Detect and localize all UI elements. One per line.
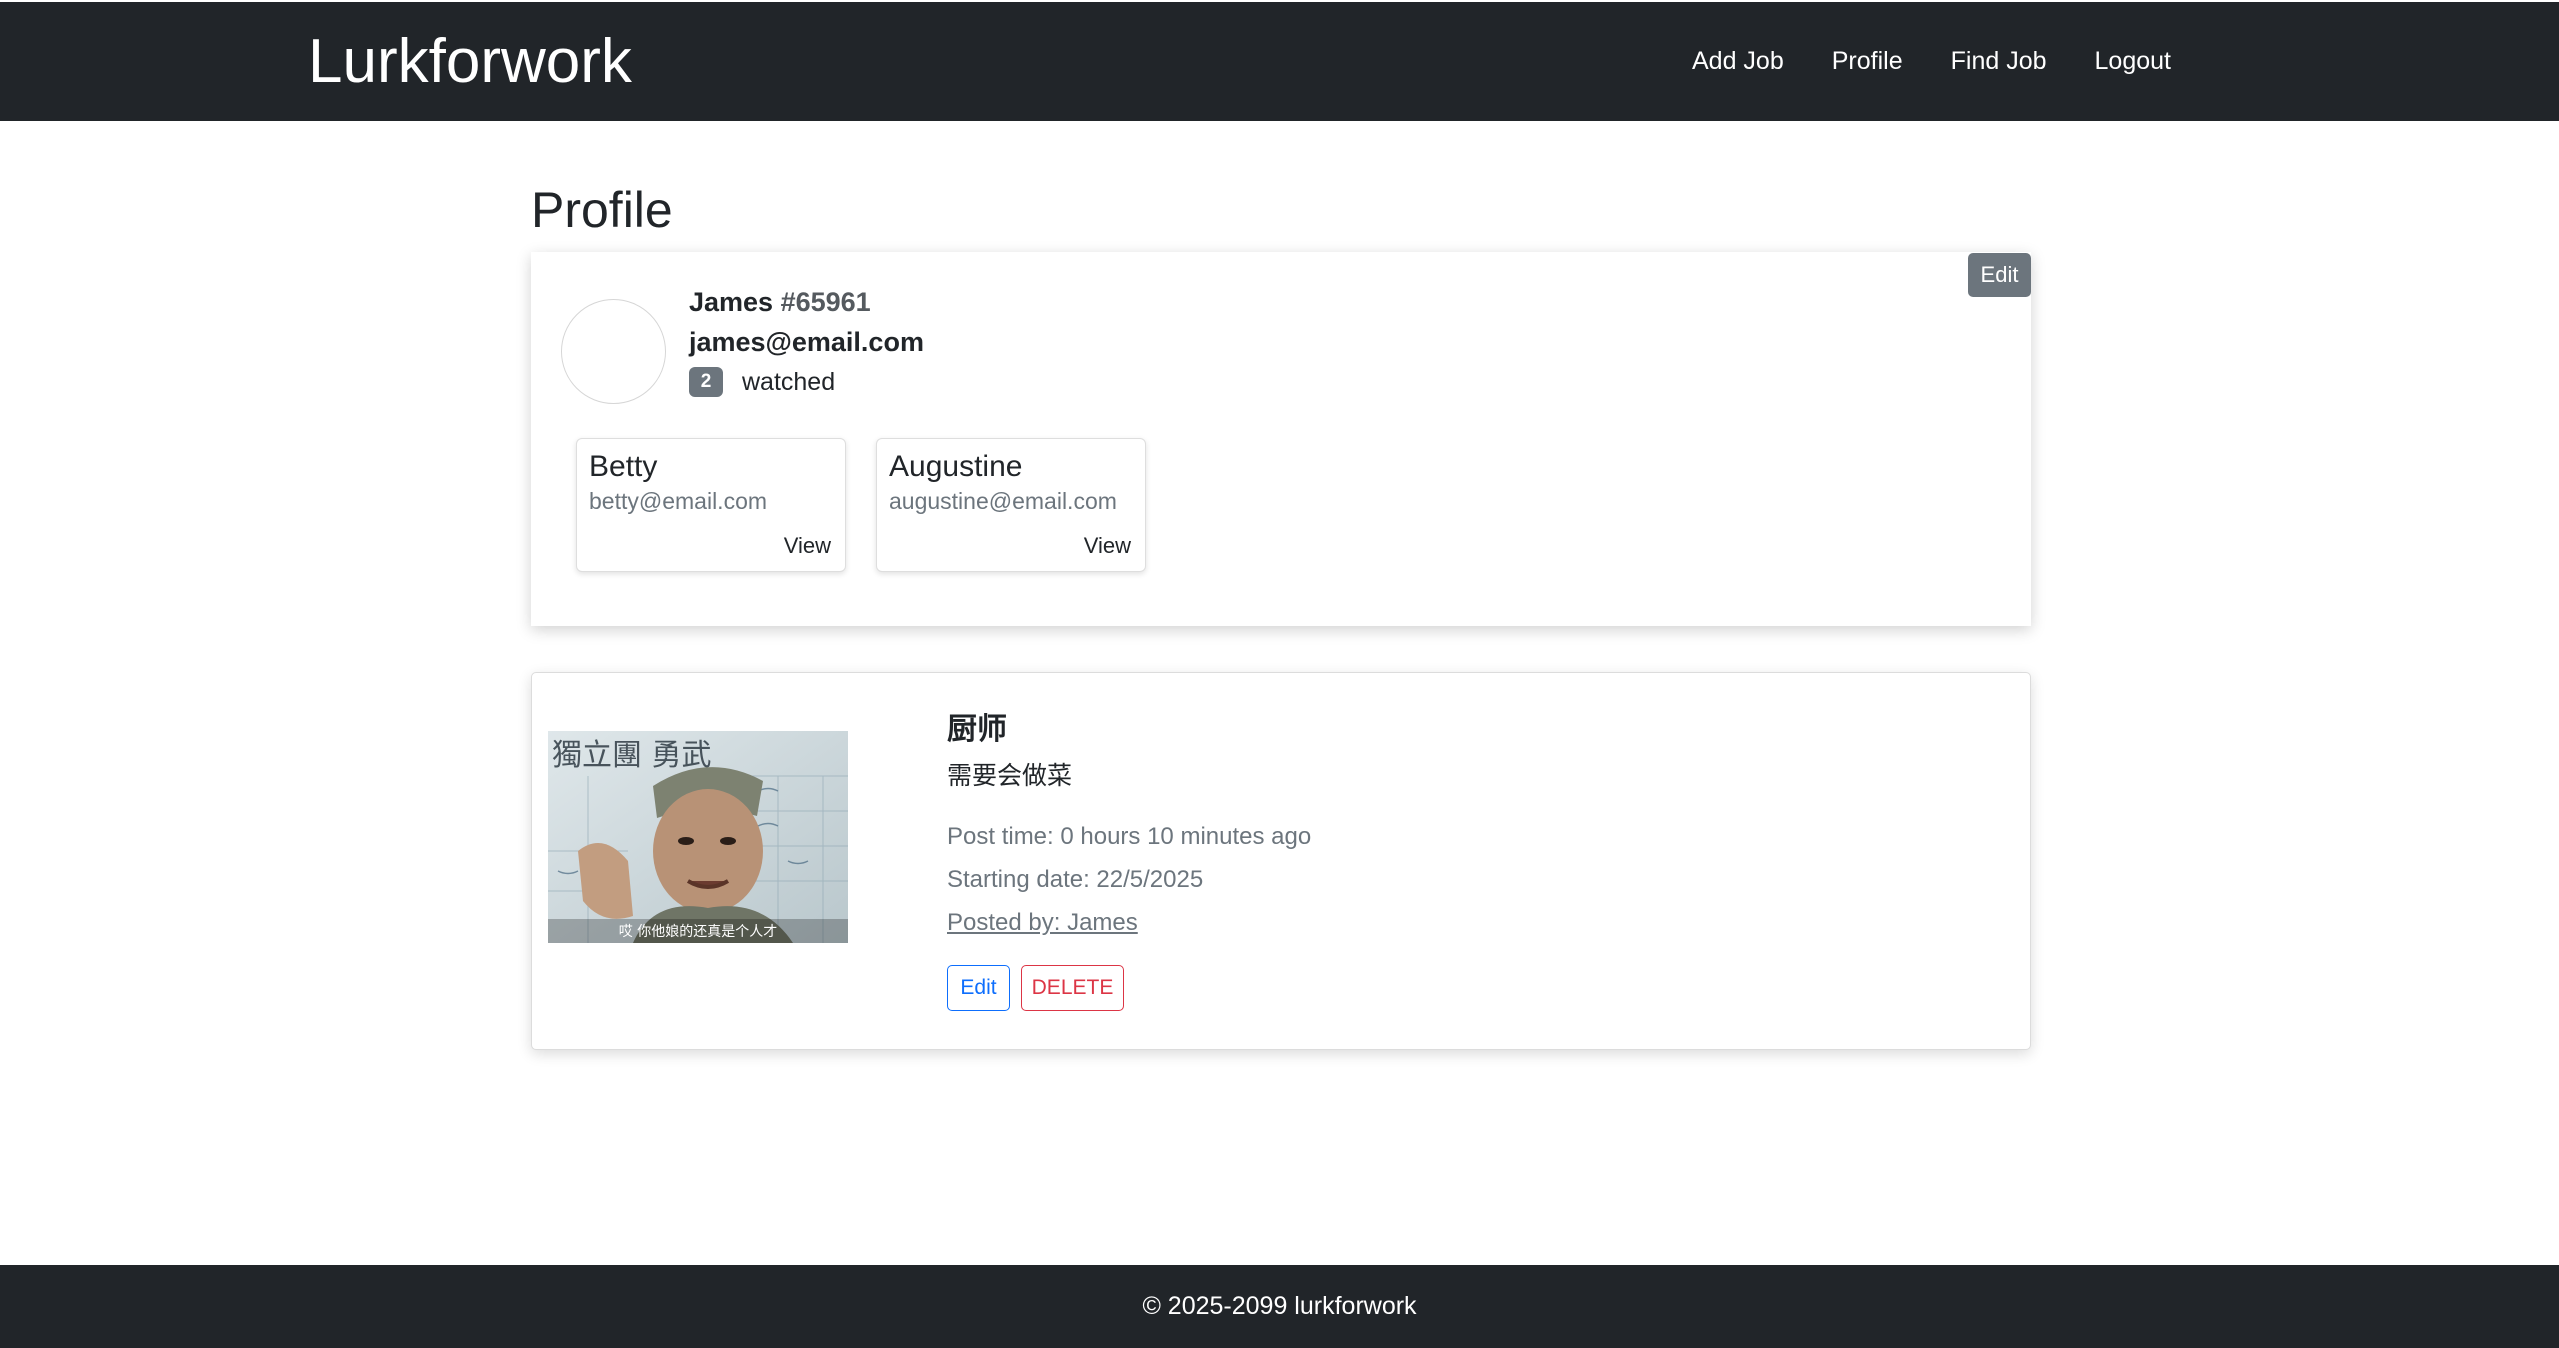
nav-logout[interactable]: Logout xyxy=(2095,44,2171,78)
job-posted-by-link[interactable]: Posted by: James xyxy=(947,906,1138,940)
brand-logo[interactable]: Lurkforwork xyxy=(308,26,632,98)
nav-find-job[interactable]: Find Job xyxy=(1951,44,2047,78)
job-title: 厨师 xyxy=(947,713,1007,746)
edit-profile-button[interactable]: Edit xyxy=(1968,253,2031,297)
nav-links: Add Job Profile Find Job Logout xyxy=(1692,44,2219,78)
view-user-link[interactable]: View xyxy=(1084,531,1131,561)
view-user-link[interactable]: View xyxy=(784,531,831,561)
watched-user-card: Betty betty@email.com View xyxy=(576,438,846,572)
image-caption-text: 哎 你他娘的还真是个人才 xyxy=(619,924,777,940)
watched-count-badge: 2 xyxy=(689,367,723,397)
watched-label: watched xyxy=(742,368,836,396)
user-id: #65961 xyxy=(780,287,871,317)
watched-user-email: betty@email.com xyxy=(589,488,768,514)
watched-user-card: Augustine augustine@email.com View xyxy=(876,438,1146,572)
job-description: 需要会做菜 xyxy=(947,762,1073,790)
footer-copyright: © 2025-2099 lurkforwork xyxy=(1142,1292,1417,1320)
job-post-time: Post time: 0 hours 10 minutes ago xyxy=(947,823,1312,850)
user-name: James xyxy=(689,287,774,317)
job-image: 獨立團 勇武 哎 你他娘的还真是个人才 xyxy=(548,731,848,943)
job-starting-date: Starting date: 22/5/2025 xyxy=(947,866,1204,893)
watched-row: 2 watched xyxy=(689,365,835,399)
edit-job-button[interactable]: Edit xyxy=(947,965,1010,1011)
delete-job-button[interactable]: DELETE xyxy=(1021,965,1124,1011)
image-banner-text: 獨立團 勇武 xyxy=(552,738,712,773)
user-email: james@email.com xyxy=(689,327,924,357)
watched-user-name: Betty xyxy=(589,450,658,483)
page-title: Profile xyxy=(531,182,673,238)
nav-add-job[interactable]: Add Job xyxy=(1692,44,1784,78)
profile-card: Edit James #65961 james@email.com 2 watc… xyxy=(531,252,2031,626)
job-card: 獨立團 勇武 哎 你他娘的还真是个人才 厨师 需要会做菜 Post time: … xyxy=(531,672,2031,1050)
watched-user-name: Augustine xyxy=(889,450,1023,483)
nav-profile[interactable]: Profile xyxy=(1832,44,1903,78)
footer: © 2025-2099 lurkforwork xyxy=(0,1265,2559,1348)
user-name-line: James #65961 xyxy=(689,282,871,322)
avatar xyxy=(561,299,666,404)
top-navbar: Lurkforwork Add Job Profile Find Job Log… xyxy=(0,2,2559,121)
watched-user-email: augustine@email.com xyxy=(889,488,1117,514)
